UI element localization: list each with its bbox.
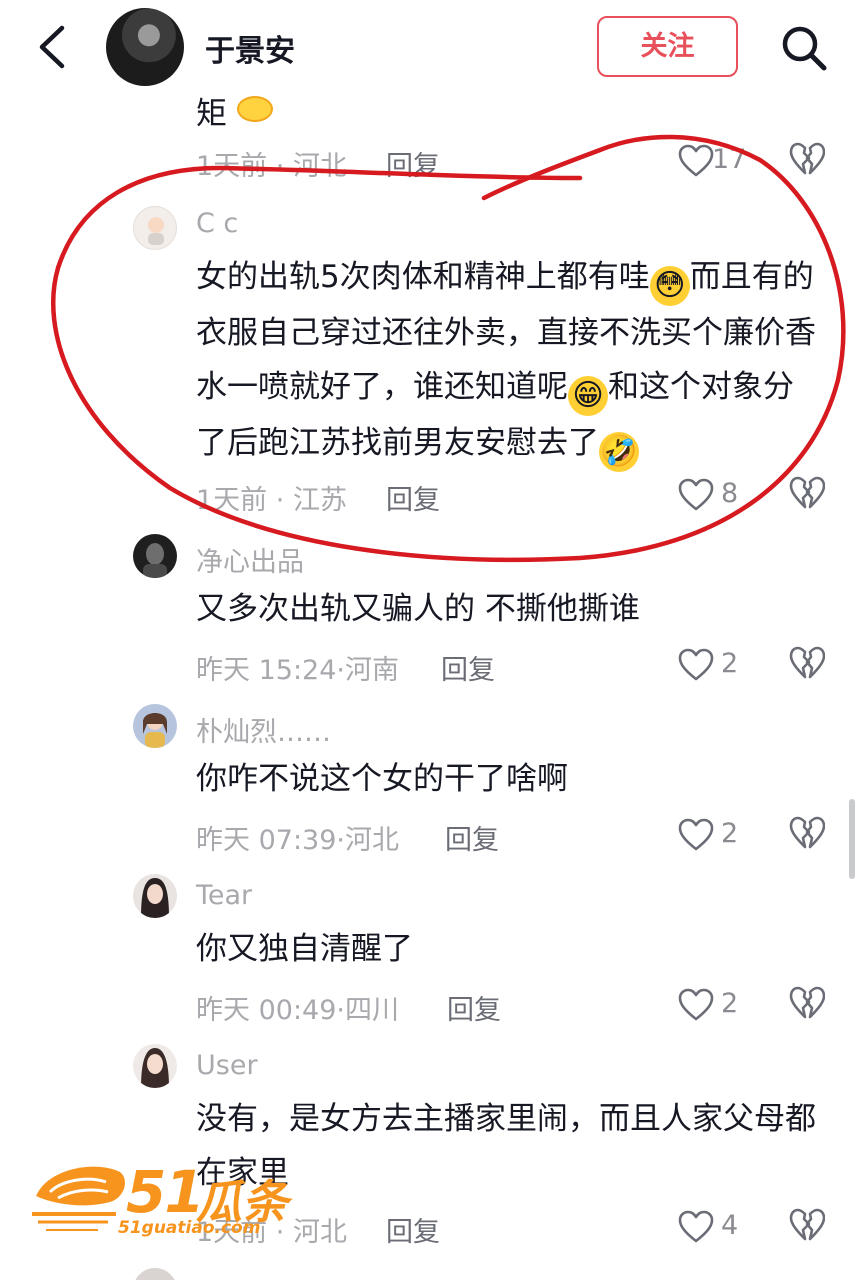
heart-outline-icon[interactable] xyxy=(678,1210,714,1244)
broken-heart-icon[interactable] xyxy=(789,1208,825,1244)
user-avatar[interactable] xyxy=(133,704,177,748)
avatar-image xyxy=(143,713,167,748)
broken-heart-icon[interactable] xyxy=(789,476,825,512)
grin-emoji-icon: 😁 xyxy=(568,376,608,416)
back-button[interactable] xyxy=(30,22,74,72)
user-avatar[interactable] xyxy=(133,534,177,578)
comment-username[interactable]: Tear xyxy=(196,880,252,911)
chevron-left-icon xyxy=(39,25,65,69)
meta-separator: · xyxy=(336,825,345,856)
comment-item: Tear 你又独自清醒了 昨天 00:49·四川 回复 2 xyxy=(0,872,861,1032)
like-count: 2 xyxy=(721,988,739,1019)
comment-location: 河南 xyxy=(345,655,399,686)
comment-username[interactable]: C c xyxy=(196,208,238,239)
follow-button[interactable]: 关注 xyxy=(597,16,738,77)
watermark-number: 51 xyxy=(126,1158,205,1226)
watermark-site: 51guatiao.com xyxy=(118,1218,261,1238)
comment-location: 江苏 xyxy=(292,485,347,516)
broken-heart-icon[interactable] xyxy=(789,646,825,682)
heart-outline-icon[interactable] xyxy=(678,818,714,852)
comment-time: 昨天 07:39 xyxy=(196,825,337,856)
broken-heart-icon[interactable] xyxy=(789,816,825,852)
reply-button[interactable]: 回复 xyxy=(447,988,501,1027)
avatar-image xyxy=(148,217,164,245)
like-count: 4 xyxy=(721,1210,739,1241)
like-count: 2 xyxy=(721,818,739,849)
flushed-face-emoji-icon: 😳 xyxy=(649,266,690,306)
heart-outline-icon[interactable] xyxy=(678,478,714,512)
comment-location: 四川 xyxy=(345,995,399,1026)
comment-text: 你咋不说这个女的干了啥啊 xyxy=(196,761,568,797)
avatar-image xyxy=(143,543,167,578)
meta-separator: · xyxy=(336,655,345,686)
comment-location: 河北 xyxy=(345,825,399,856)
reply-button[interactable]: 回复 xyxy=(386,478,440,517)
reply-button[interactable]: 回复 xyxy=(441,648,495,687)
user-avatar[interactable] xyxy=(133,206,177,250)
reply-button[interactable]: 回复 xyxy=(386,1210,440,1249)
comment-username[interactable]: 朴灿烈…… xyxy=(196,710,331,749)
comment-item: C c 女的出轨5次肉体和精神上都有哇 😳 而且有的衣服自己穿过还往外卖，直接不洗买… xyxy=(0,200,861,520)
comment-username[interactable]: 净心出品 xyxy=(196,540,304,579)
heart-outline-icon[interactable] xyxy=(678,988,714,1022)
comment-time: 1天前 xyxy=(196,485,268,516)
comment-item: 矩 1天前 · 河北 回复 17 xyxy=(0,96,861,196)
user-avatar[interactable] xyxy=(133,874,177,918)
comment-username[interactable]: User xyxy=(196,1050,258,1081)
comment-text: 又多次出轨又骗人的 不撕他撕谁 xyxy=(196,591,640,627)
comment-text: 你又独自清醒了 xyxy=(196,931,413,967)
top-bar: 于景安 关注 xyxy=(0,0,861,96)
reply-button[interactable]: 回复 xyxy=(386,144,440,183)
meta-separator: · xyxy=(275,151,285,182)
comment-text: 女的出轨5次肉体和精神上都有哇 😳 而且有的衣服自己穿过还往外卖，直接不洗买个廉价香… xyxy=(196,250,821,472)
search-button[interactable] xyxy=(778,22,830,74)
search-icon xyxy=(782,26,827,71)
scrollbar[interactable] xyxy=(849,799,855,879)
heart-outline-icon[interactable] xyxy=(678,648,714,682)
meta-separator: · xyxy=(336,995,345,1026)
comment-location: 河北 xyxy=(292,151,347,182)
meta-separator: · xyxy=(275,485,285,516)
user-avatar[interactable] xyxy=(133,1044,177,1088)
avatar-image xyxy=(141,878,169,918)
like-count: 8 xyxy=(721,478,739,509)
profile-avatar[interactable] xyxy=(106,8,184,86)
user-avatar[interactable] xyxy=(133,1268,177,1280)
broken-heart-icon[interactable] xyxy=(789,142,825,178)
comment-time: 1天前 xyxy=(196,151,268,182)
comment-time: 昨天 15:24 xyxy=(196,655,337,686)
like-count: 2 xyxy=(721,648,739,679)
reply-button[interactable]: 回复 xyxy=(445,818,499,857)
broken-heart-icon[interactable] xyxy=(789,986,825,1022)
avatar-image xyxy=(141,1048,169,1088)
comment-text: 矩 xyxy=(196,96,227,132)
comment-item: 净心出品 又多次出轨又骗人的 不撕他撕谁 昨天 15:24·河南 回复 2 xyxy=(0,532,861,692)
comment-item: 朴灿烈…… 你咋不说这个女的干了啥啊 昨天 07:39·河北 回复 2 xyxy=(0,702,861,862)
like-count: 17 xyxy=(712,144,747,175)
grin-emoji-icon xyxy=(236,96,273,122)
laugh-crying-emoji-icon: 🤣 xyxy=(599,432,639,472)
profile-name[interactable]: 于景安 xyxy=(205,26,295,70)
comment-time: 昨天 00:49 xyxy=(196,995,337,1026)
heart-outline-icon[interactable] xyxy=(678,144,714,178)
